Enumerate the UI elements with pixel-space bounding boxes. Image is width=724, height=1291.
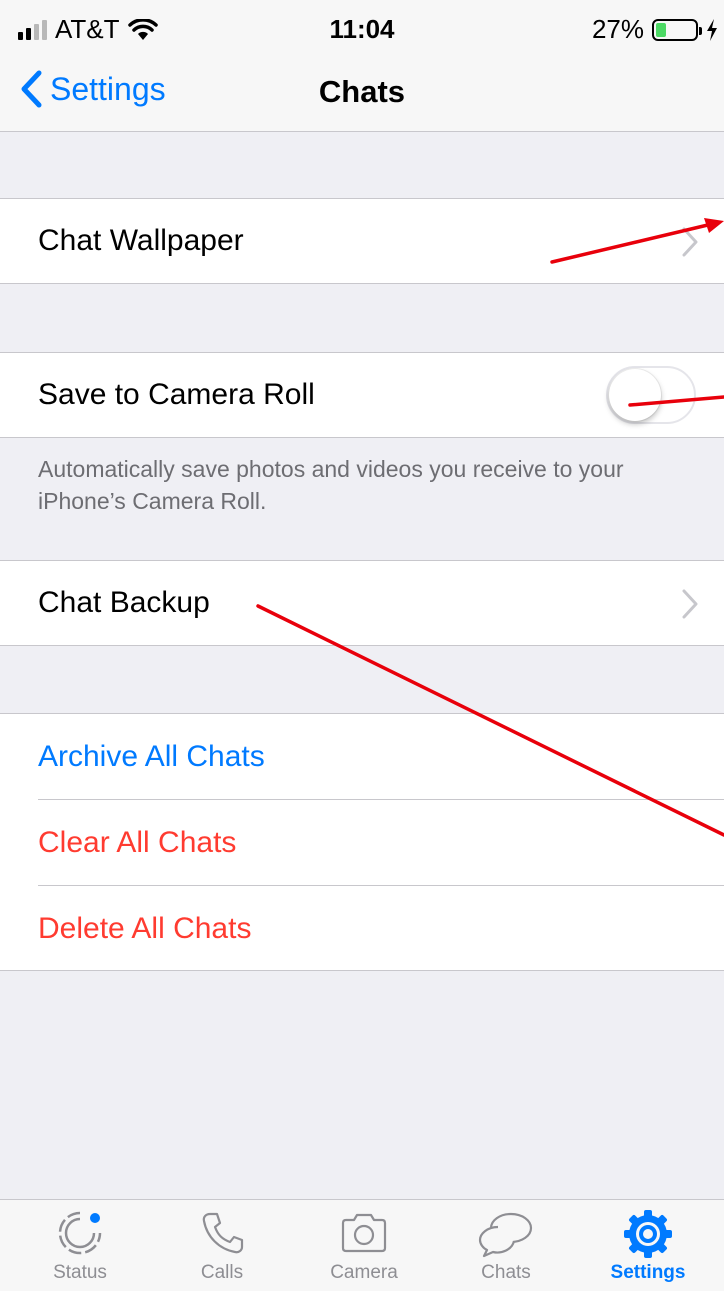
tab-bar: Status Calls Camera Chats Settings bbox=[0, 1199, 724, 1291]
chat-backup-row[interactable]: Chat Backup bbox=[0, 560, 724, 646]
tab-camera-label: Camera bbox=[330, 1262, 398, 1283]
chat-actions-group: Archive All Chats Clear All Chats Delete… bbox=[0, 713, 724, 971]
status-right: 27% bbox=[592, 14, 718, 45]
battery-tip bbox=[699, 26, 702, 35]
tab-settings[interactable]: Settings bbox=[576, 1200, 720, 1291]
chat-wallpaper-label: Chat Wallpaper bbox=[38, 224, 244, 257]
tab-chats[interactable]: Chats bbox=[434, 1200, 578, 1291]
chat-bubbles-icon bbox=[478, 1212, 533, 1258]
chat-backup-label: Chat Backup bbox=[38, 586, 210, 619]
delete-all-chats-button[interactable]: Delete All Chats bbox=[38, 886, 724, 972]
charging-bolt-icon bbox=[707, 18, 717, 41]
status-bar: AT&T 11:04 27% bbox=[0, 0, 724, 56]
save-to-camera-roll-toggle[interactable] bbox=[606, 366, 696, 424]
save-to-camera-roll-label: Save to Camera Roll bbox=[38, 378, 315, 411]
camera-icon bbox=[341, 1213, 387, 1253]
tab-calls[interactable]: Calls bbox=[150, 1200, 294, 1291]
toggle-knob bbox=[609, 369, 661, 421]
archive-all-chats-button[interactable]: Archive All Chats bbox=[38, 714, 724, 800]
chat-wallpaper-row[interactable]: Chat Wallpaper bbox=[0, 198, 724, 284]
tab-camera[interactable]: Camera bbox=[292, 1200, 436, 1291]
chevron-right-icon bbox=[682, 227, 698, 257]
status-icon bbox=[58, 1211, 102, 1255]
tab-status[interactable]: Status bbox=[8, 1200, 152, 1291]
gear-icon bbox=[624, 1210, 672, 1258]
battery-percent: 27% bbox=[591, 14, 644, 44]
battery-fill bbox=[656, 22, 666, 37]
tab-chats-label: Chats bbox=[481, 1262, 531, 1283]
tab-calls-label: Calls bbox=[200, 1262, 244, 1283]
page-title: Chats bbox=[318, 74, 406, 109]
save-to-camera-roll-row: Save to Camera Roll bbox=[0, 352, 724, 438]
clear-all-chats-button[interactable]: Clear All Chats bbox=[38, 800, 724, 886]
navigation-bar: Settings Chats bbox=[0, 56, 724, 132]
tab-settings-label: Settings bbox=[610, 1262, 686, 1283]
save-to-camera-roll-note: Automatically save photos and videos you… bbox=[38, 456, 624, 514]
battery-icon bbox=[652, 18, 702, 41]
chevron-right-icon bbox=[682, 589, 698, 619]
tab-status-label: Status bbox=[53, 1262, 107, 1283]
phone-icon bbox=[202, 1212, 244, 1254]
